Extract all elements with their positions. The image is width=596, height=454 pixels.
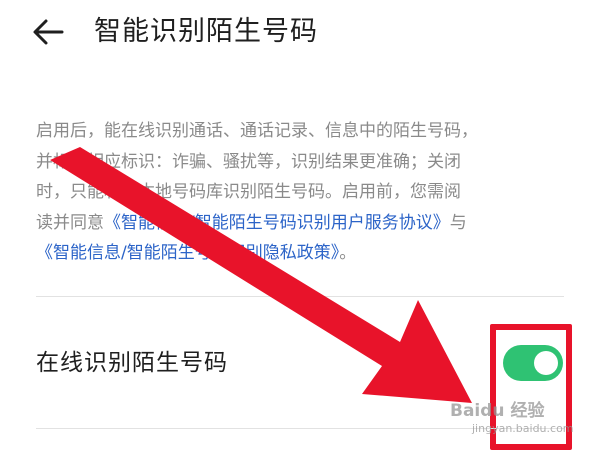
description-line: 读并同意《智能信息/智能陌生号码识别用户服务协议》与: [36, 208, 564, 239]
settings-page: 智能识别陌生号码 启用后，能在线识别通话、通话记录、信息中的陌生号码， 并标注相…: [0, 0, 596, 454]
description-line: 并标注相应标识：诈骗、骚扰等，识别结果更准确；关闭: [36, 151, 461, 172]
agreement-prefix-text: 读并同意: [36, 212, 104, 233]
description-line: 时，只能利用本地号码库识别陌生号码。启用前，您需阅: [36, 182, 461, 202]
baidu-watermark: Baidu 经验: [450, 401, 545, 421]
feature-description: 启用后，能在线识别通话、通话记录、信息中的陌生号码， 并标注相应标识：诈骗、骚扰…: [36, 116, 564, 269]
baidu-watermark-url: jingyan.baidu.com: [472, 422, 574, 435]
agreement-connector-text: 与: [449, 212, 467, 233]
online-identification-label: 在线识别陌生号码: [36, 350, 228, 376]
description-line: 启用后，能在线识别通话、通话记录、信息中的陌生号码，: [36, 121, 478, 141]
header-bar: 智能识别陌生号码: [0, 0, 596, 64]
description-line: 《智能信息/智能陌生号码识别隐私政策》。: [36, 238, 564, 269]
section-divider: [36, 296, 564, 297]
page-title: 智能识别陌生号码: [94, 16, 318, 47]
back-arrow-icon: [33, 19, 64, 45]
back-button[interactable]: [28, 14, 68, 50]
agreement-end-text: 。: [339, 243, 357, 263]
service-agreement-link[interactable]: 《智能信息/智能陌生号码识别用户服务协议》: [104, 213, 450, 233]
privacy-policy-link[interactable]: 《智能信息/智能陌生号码识别隐私政策》: [36, 243, 339, 263]
